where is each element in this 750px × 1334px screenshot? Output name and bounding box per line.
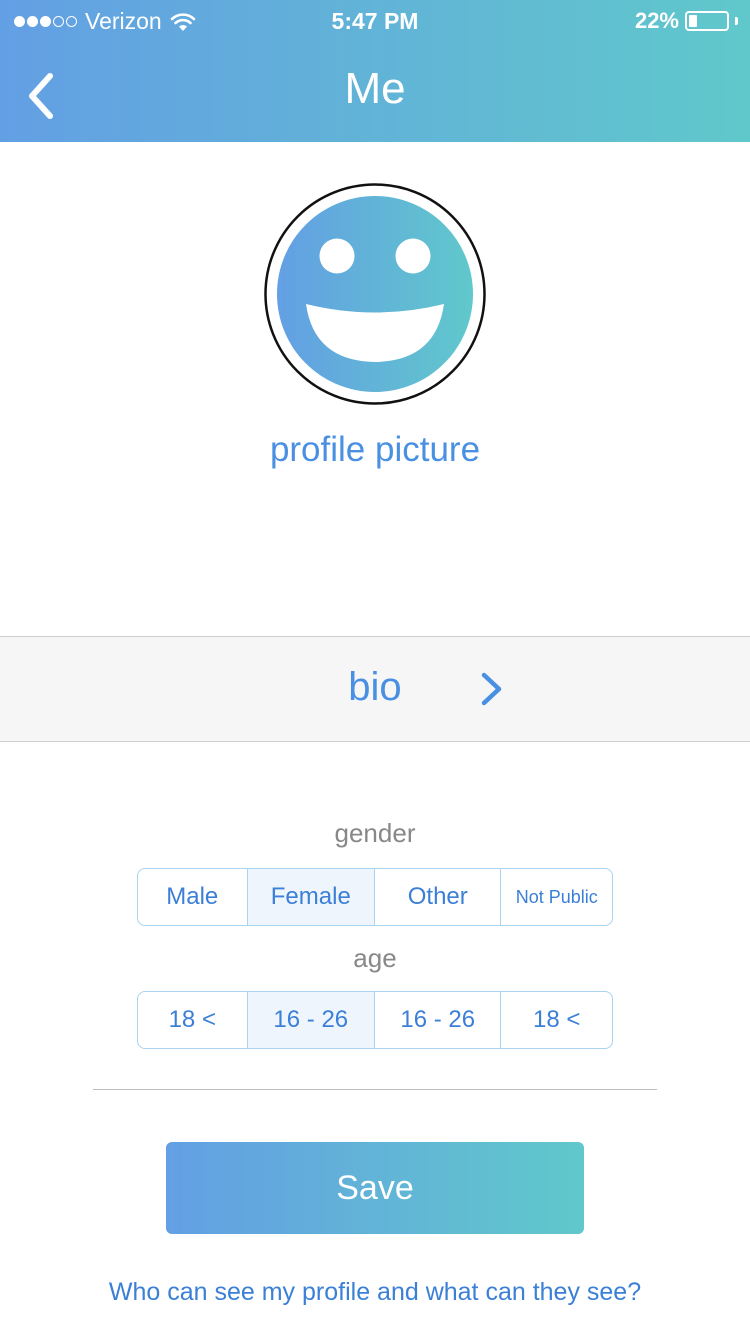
- age-option-16-26-alt[interactable]: 16 - 26: [375, 992, 502, 1048]
- bio-label: bio: [348, 665, 402, 709]
- battery-percent: 22%: [634, 8, 679, 33]
- divider: [93, 1089, 657, 1090]
- age-option-18-under[interactable]: 18 <: [138, 992, 248, 1048]
- privacy-info-link[interactable]: Who can see my profile and what can they…: [0, 1278, 750, 1307]
- gender-option-not-public[interactable]: Not Public: [501, 869, 612, 925]
- chevron-right-icon: [481, 672, 502, 706]
- gender-option-female[interactable]: Female: [247, 869, 376, 925]
- smiley-face-icon: [264, 183, 486, 405]
- gender-label: gender: [334, 818, 416, 848]
- gender-option-male[interactable]: Male: [138, 869, 248, 925]
- profile-picture-button[interactable]: [264, 183, 486, 405]
- age-option-16-26[interactable]: 16 - 26: [247, 992, 376, 1048]
- header: Verizon 5:47 PM 22% Me: [0, 0, 750, 142]
- age-label: age: [353, 943, 397, 973]
- battery-fill: [689, 15, 697, 27]
- profile-picture-label[interactable]: profile picture: [0, 430, 750, 470]
- status-bar: Verizon 5:47 PM 22%: [0, 0, 750, 40]
- battery-icon: [685, 11, 729, 31]
- status-right: 22%: [635, 8, 738, 34]
- gender-option-other[interactable]: Other: [375, 869, 502, 925]
- gender-segmented-control: Male Female Other Not Public: [137, 868, 613, 926]
- bio-row[interactable]: bio: [0, 636, 750, 742]
- battery-tip: [735, 17, 738, 25]
- age-segmented-control: 18 < 16 - 26 16 - 26 18 <: [137, 991, 613, 1049]
- page-title: Me: [344, 64, 406, 113]
- age-option-18-under-alt[interactable]: 18 <: [501, 992, 612, 1048]
- save-button[interactable]: Save: [166, 1142, 584, 1234]
